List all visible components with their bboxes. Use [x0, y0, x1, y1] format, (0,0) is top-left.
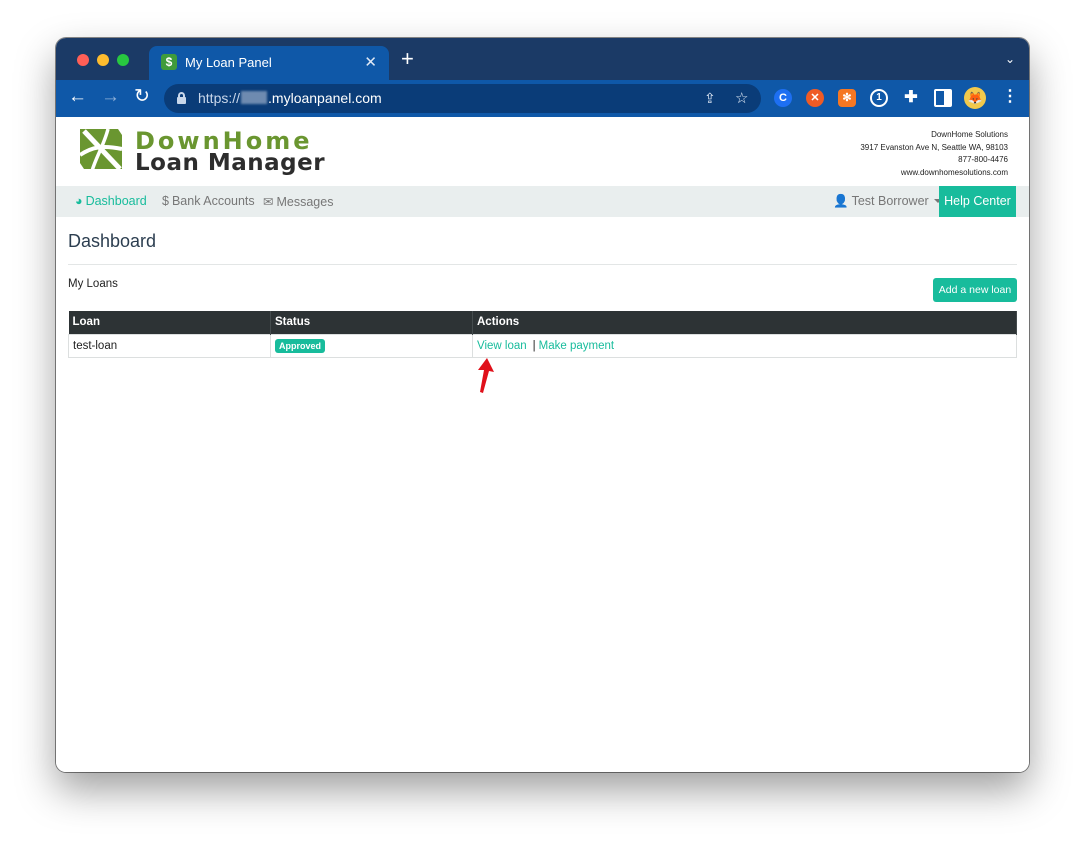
company-name: DownHome Solutions: [931, 130, 1008, 139]
add-new-loan-button[interactable]: Add a new loan: [933, 278, 1017, 302]
logo-line2: Loan Manager: [135, 150, 326, 176]
view-loan-link[interactable]: View loan: [477, 340, 527, 352]
close-tab-icon[interactable]: ✕: [364, 53, 377, 71]
new-tab-icon[interactable]: +: [401, 48, 414, 70]
company-phone: 877-800-4476: [958, 155, 1008, 164]
url-host: .myloanpanel.com: [268, 90, 382, 106]
dashboard-gauge-icon: ◕: [75, 194, 83, 208]
table-row: test-loan Approved View loan | Make paymen…: [68, 333, 1017, 358]
status-cell: Approved: [270, 333, 473, 358]
extension-c-icon[interactable]: C: [774, 89, 792, 107]
minimize-window-button[interactable]: [97, 54, 109, 66]
status-badge: Approved: [275, 338, 326, 353]
bookmark-star-icon[interactable]: ☆: [735, 89, 748, 107]
reload-icon[interactable]: ↻: [134, 87, 150, 107]
company-address: 3917 Evanston Ave N, Seattle WA, 98103: [860, 142, 1008, 152]
url-text: https:// .myloanpanel.com: [198, 90, 382, 106]
loans-table: Loan Status Actions test-loan Approved V…: [68, 311, 1017, 358]
maximize-window-button[interactable]: [117, 54, 129, 66]
tab-strip: $ My Loan Panel ✕ + ⌄: [56, 38, 1029, 80]
tab-search-chevron-icon[interactable]: ⌄: [1005, 52, 1015, 66]
envelope-icon: ✉: [263, 195, 274, 209]
lock-icon[interactable]: [177, 92, 186, 104]
hubspot-extension-icon[interactable]: ✻: [838, 89, 856, 107]
extension-basketball-icon[interactable]: ✕: [806, 89, 824, 107]
nav-dashboard[interactable]: ◕ Dashboard: [75, 194, 147, 208]
table-header-row: Loan Status Actions: [68, 311, 1017, 334]
loan-name-cell: test-loan: [68, 333, 271, 358]
extensions-puzzle-icon[interactable]: ✚: [902, 89, 920, 107]
share-icon[interactable]: ⇪: [704, 90, 716, 107]
dollar-favicon-icon: $: [161, 54, 177, 70]
page-title: Dashboard: [68, 231, 157, 251]
red-arrow-annotation-icon: [478, 358, 494, 393]
my-loans-label: My Loans: [68, 278, 118, 290]
nav-dashboard-label: Dashboard: [85, 194, 147, 208]
redacted-subdomain: [241, 91, 268, 104]
browser-window: $ My Loan Panel ✕ + ⌄ ← → ↻ https:// .myl…: [56, 38, 1029, 772]
user-name: Test Borrower: [851, 194, 929, 208]
column-header-actions: Actions: [472, 311, 1017, 334]
nav-bank-accounts-label: Bank Accounts: [171, 194, 255, 208]
logo[interactable]: DownHome Loan Manager: [78, 127, 328, 177]
tab-title: My Loan Panel: [185, 55, 272, 70]
user-menu-dropdown[interactable]: 👤 Test Borrower: [833, 194, 942, 209]
main-navbar: ◕ Dashboard $ Bank Accounts ✉ Messages 👤 Tes…: [56, 186, 1029, 217]
actions-cell: View loan | Make payment: [472, 333, 1017, 358]
user-icon: 👤: [833, 194, 849, 208]
company-website: www.downhomesolutions.com: [900, 167, 1008, 177]
divider: [68, 264, 1017, 265]
forward-arrow-icon[interactable]: →: [101, 87, 120, 107]
action-separator: |: [532, 339, 536, 352]
column-header-loan: Loan: [68, 311, 271, 334]
close-window-button[interactable]: [77, 54, 89, 66]
browser-menu-kebab-icon[interactable]: ⋮: [1002, 88, 1018, 106]
url-scheme: https://: [198, 90, 241, 106]
make-payment-link[interactable]: Make payment: [539, 340, 614, 352]
profile-avatar[interactable]: 🦊: [964, 87, 986, 109]
company-info: DownHome Solutions 3917 Evanston Ave N, …: [860, 129, 1008, 179]
help-center-button[interactable]: Help Center: [939, 186, 1016, 217]
back-arrow-icon[interactable]: ←: [68, 87, 87, 107]
side-panel-icon[interactable]: [934, 89, 952, 107]
nav-messages-label: Messages: [276, 195, 334, 209]
password-manager-extension-icon[interactable]: 1: [870, 89, 888, 107]
browser-tab[interactable]: $ My Loan Panel ✕: [149, 46, 389, 80]
column-header-status: Status: [270, 311, 473, 334]
dollar-icon: $: [162, 194, 169, 208]
nav-messages[interactable]: ✉ Messages: [263, 194, 333, 209]
page-content: DownHome Loan Manager DownHome Solutions…: [56, 117, 1029, 772]
address-bar[interactable]: https:// .myloanpanel.com ⇪ ☆: [164, 84, 761, 113]
logo-mark-icon: [78, 128, 123, 172]
nav-bank-accounts[interactable]: $ Bank Accounts: [162, 194, 255, 208]
browser-toolbar: ← → ↻ https:// .myloanpanel.com ⇪ ☆ C ✕ ✻…: [56, 80, 1029, 117]
